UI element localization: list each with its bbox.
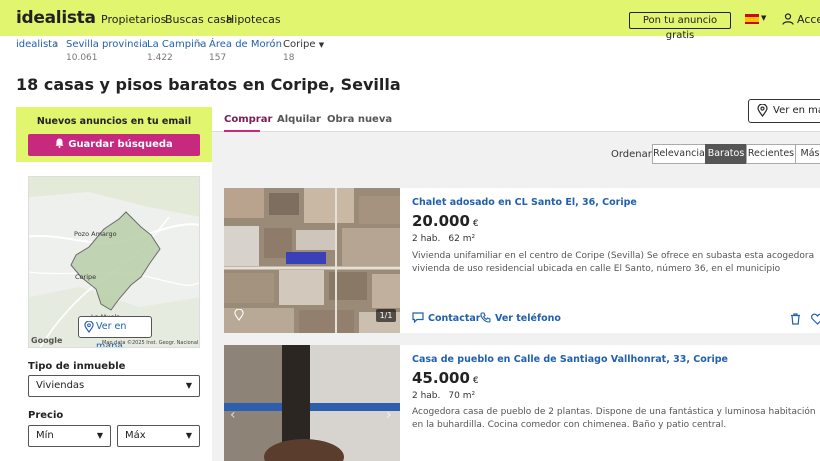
chevron-down-icon[interactable]: ▼ xyxy=(761,14,766,22)
location-map[interactable]: Pozo Amargo Coripe La Muela Ver en mapa … xyxy=(28,176,200,348)
idealista-logo[interactable]: idealista xyxy=(16,8,96,28)
map-view-button[interactable]: Ver en mapa xyxy=(78,316,152,347)
save-search-button[interactable]: Guardar búsqueda xyxy=(28,134,200,156)
breadcrumb-item-idealista[interactable]: idealista xyxy=(16,39,58,50)
user-icon[interactable] xyxy=(782,13,794,25)
rooms: 2 hab. xyxy=(412,234,441,244)
chevron-right-icon[interactable]: › xyxy=(386,407,392,423)
map-label-coripe: Coripe xyxy=(75,273,97,281)
map-label-pozo-amargo: Pozo Amargo xyxy=(74,230,117,238)
nav-hipotecas[interactable]: Hipotecas xyxy=(226,13,281,26)
min-price-select[interactable]: Mín ▼ xyxy=(28,425,111,447)
listing-photo[interactable]: 1/1 xyxy=(224,188,400,333)
email-alert-title: Nuevos anuncios en tu email xyxy=(36,116,192,127)
chevron-left-icon[interactable]: ‹ xyxy=(230,407,236,423)
area: 70 m² xyxy=(448,391,476,401)
interior-photo xyxy=(224,345,400,461)
order-relevancia[interactable]: Relevancia xyxy=(652,144,706,164)
listing-card[interactable]: ‹ › Casa de pueblo en Calle de Santiago … xyxy=(224,345,820,461)
nav-propietarios[interactable]: Propietarios xyxy=(101,13,166,26)
currency: € xyxy=(472,376,479,386)
contact-button[interactable]: Contactar xyxy=(412,312,480,324)
listing-price: 45.000 € xyxy=(412,369,479,387)
chevron-right-icon: › xyxy=(135,39,139,50)
view-map-button[interactable]: Ver en mapa xyxy=(748,99,820,123)
property-type-label: Tipo de inmueble xyxy=(28,361,126,372)
listing-description[interactable]: Vivienda unifamiliar en el centro de Cor… xyxy=(412,250,820,276)
caret-down-icon: ▼ xyxy=(185,431,192,440)
email-alert-box: Nuevos anuncios en tu email Guardar búsq… xyxy=(16,107,212,162)
listing-card[interactable]: 1/1 Chalet adosado en CL Santo El, 36, C… xyxy=(224,188,820,333)
top-header: idealista Propietarios Buscas casa Hipot… xyxy=(0,0,820,41)
chevron-right-icon: › xyxy=(54,39,58,50)
photo-counter: 1/1 xyxy=(376,309,396,322)
map-attribution: Map data ©2025 Inst. Geogr. Nacional xyxy=(102,340,199,346)
aerial-photo xyxy=(224,188,400,333)
spain-flag-icon[interactable] xyxy=(745,14,759,24)
rooms: 2 hab. xyxy=(412,391,441,401)
order-mas[interactable]: Más xyxy=(795,144,820,164)
listing-description[interactable]: Acogedora casa de pueblo de 2 plantas. D… xyxy=(412,406,820,432)
heart-icon[interactable] xyxy=(811,313,820,325)
tab-comprar[interactable]: Comprar xyxy=(224,114,272,125)
save-search-label: Guardar búsqueda xyxy=(68,139,173,150)
chevron-right-icon: › xyxy=(198,39,202,50)
tab-obra-nueva[interactable]: Obra nueva xyxy=(327,114,392,125)
price-label: Precio xyxy=(28,410,64,421)
publish-ad-button[interactable]: Pon tu anuncio gratis xyxy=(629,12,731,41)
order-baratos[interactable]: Baratos xyxy=(705,144,747,164)
tab-alquilar[interactable]: Alquilar xyxy=(277,114,321,125)
listing-photo[interactable]: ‹ › xyxy=(224,345,400,461)
bell-icon xyxy=(55,138,64,148)
page-title: 18 casas y pisos baratos en Coripe, Sevi… xyxy=(16,75,401,94)
chat-icon xyxy=(412,312,424,324)
google-logo: Google xyxy=(31,336,63,345)
caret-down-icon: ▼ xyxy=(185,381,192,390)
trash-icon[interactable] xyxy=(790,313,801,325)
nav-buscas-casa[interactable]: Buscas casa xyxy=(165,13,233,26)
location-pin-icon xyxy=(234,309,244,321)
area: 62 m² xyxy=(448,234,476,244)
order-label: Ordenar: xyxy=(611,149,656,160)
view-map-label: Ver en mapa xyxy=(773,105,820,116)
listing-details: 2 hab. 70 m² xyxy=(412,391,475,401)
chevron-right-icon: › xyxy=(272,39,276,50)
phone-icon xyxy=(480,312,491,323)
map-pin-icon xyxy=(757,104,768,117)
listing-price: 20.000 € xyxy=(412,212,479,230)
property-type-value: Viviendas xyxy=(36,380,85,391)
order-recientes[interactable]: Recientes xyxy=(746,144,796,164)
listing-details: 2 hab. 62 m² xyxy=(412,234,475,244)
login-link[interactable]: Acceder xyxy=(797,13,820,26)
breadcrumb-item-coripe[interactable]: Coripe ▼ 18 xyxy=(283,39,324,63)
currency: € xyxy=(472,219,479,229)
max-price-value: Máx xyxy=(125,430,146,441)
map-pin-icon xyxy=(84,321,94,333)
listing-title[interactable]: Chalet adosado en CL Santo El, 36, Corip… xyxy=(412,197,637,208)
property-type-select[interactable]: Viviendas ▼ xyxy=(28,375,200,397)
listing-title[interactable]: Casa de pueblo en Calle de Santiago Vall… xyxy=(412,354,728,365)
view-phone-button[interactable]: Ver teléfono xyxy=(480,312,561,324)
max-price-select[interactable]: Máx ▼ xyxy=(117,425,200,447)
caret-down-icon: ▼ xyxy=(96,431,103,440)
min-price-value: Mín xyxy=(36,430,54,441)
